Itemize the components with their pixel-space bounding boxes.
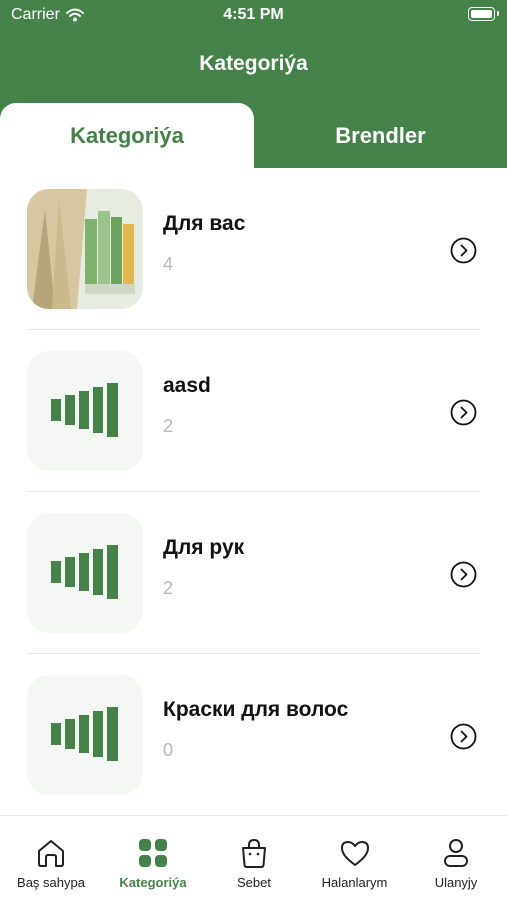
category-count: 2 (163, 416, 174, 436)
page-title: Kategoriýa (199, 52, 308, 75)
tab-kategoriya[interactable]: Kategoriýa (0, 103, 254, 168)
category-name: aasd (163, 374, 211, 397)
category-count: 4 (163, 254, 174, 274)
category-name: Для рук (163, 536, 245, 559)
user-icon (439, 836, 473, 870)
tabbar-label: Baş sahypa (17, 875, 85, 890)
brand-logo-icon (51, 707, 118, 761)
brand-logo-icon (51, 383, 118, 437)
category-count: 0 (163, 740, 174, 760)
tabbar-label: Halanlarym (321, 875, 388, 890)
chevron-right-icon[interactable] (450, 237, 477, 264)
tabbar-item-sebet[interactable]: Sebet (204, 816, 304, 900)
category-row[interactable]: Краски для волос 0 (0, 654, 507, 816)
tabbar-label: Sebet (237, 875, 271, 890)
tab-label: Kategoriýa (70, 122, 184, 148)
status-bar: Carrier 4:51 PM (0, 0, 507, 32)
status-time: 4:51 PM (223, 6, 284, 23)
tabbar-item-kategoriya[interactable]: Kategoriýa (102, 816, 204, 900)
tabbar-item-ulanyjy[interactable]: Ulanyjy (405, 816, 507, 900)
heart-icon (338, 836, 372, 870)
battery-icon (468, 7, 499, 21)
bottom-tab-bar: Baş sahypa Kategoriýa Sebet Halanlarym U… (0, 815, 507, 900)
category-thumbnail (27, 513, 143, 633)
chevron-right-icon[interactable] (450, 561, 477, 588)
tabbar-item-halanlarym[interactable]: Halanlarym (304, 816, 405, 900)
category-row[interactable]: Для рук 2 (0, 492, 507, 654)
grid-icon (136, 836, 170, 870)
category-thumbnail (27, 675, 143, 795)
category-row[interactable]: Для вас 4 (0, 168, 507, 330)
tabbar-label: Ulanyjy (434, 875, 478, 890)
category-thumbnail (27, 351, 143, 471)
category-row[interactable]: aasd 2 (0, 330, 507, 492)
product-photo-icon (27, 189, 143, 309)
chevron-right-icon[interactable] (450, 723, 477, 750)
category-name: Краски для волос (163, 698, 349, 721)
tab-label: Brendler (335, 122, 426, 148)
bag-icon (237, 836, 271, 870)
tab-brendler[interactable]: Brendler (254, 103, 507, 168)
tabbar-item-home[interactable]: Baş sahypa (0, 816, 102, 900)
home-icon (34, 836, 68, 870)
chevron-right-icon[interactable] (450, 399, 477, 426)
app-header: Carrier 4:51 PM Kategoriýa Kategoriýa Br… (0, 0, 507, 168)
category-thumbnail (27, 189, 143, 309)
brand-logo-icon (51, 545, 118, 599)
category-count: 2 (163, 578, 174, 598)
tabbar-label: Kategoriýa (119, 875, 187, 890)
category-name: Для вас (163, 212, 246, 235)
